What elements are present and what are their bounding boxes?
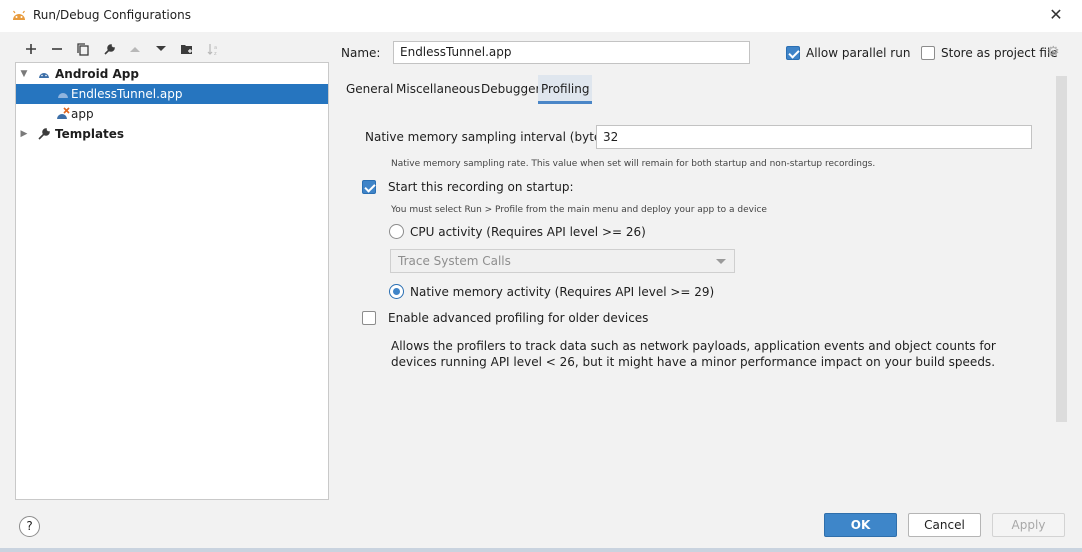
sampling-interval-label: Native memory sampling interval (bytes):	[365, 130, 617, 144]
start-recording-hint: You must select Run > Profile from the m…	[391, 205, 767, 215]
new-folder-icon[interactable]	[174, 40, 200, 58]
store-project-checkbox[interactable]	[921, 46, 935, 60]
window-title: Run/Debug Configurations	[33, 8, 191, 22]
copy-icon[interactable]	[70, 40, 96, 58]
advanced-profiling-checkbox[interactable]	[362, 311, 376, 325]
tree-item-label: EndlessTunnel.app	[71, 87, 183, 101]
allow-parallel-label: Allow parallel run	[806, 46, 911, 60]
tree-toolbar: az	[18, 40, 226, 58]
cpu-activity-radio[interactable]	[389, 224, 404, 239]
trace-type-dropdown[interactable]: Trace System Calls	[390, 249, 735, 273]
remove-icon[interactable]	[44, 40, 70, 58]
name-input[interactable]: EndlessTunnel.app	[393, 41, 750, 64]
sort-icon[interactable]: az	[200, 40, 226, 58]
sampling-interval-hint: Native memory sampling rate. This value …	[391, 159, 876, 169]
start-recording-checkbox[interactable]	[362, 180, 376, 194]
tab-debugger[interactable]: Debugger	[477, 75, 544, 104]
apply-button[interactable]: Apply	[992, 513, 1065, 537]
cpu-activity-label: CPU activity (Requires API level >= 26)	[410, 225, 646, 239]
store-project-label: Store as project file	[941, 46, 1058, 60]
close-icon[interactable]: ✕	[1046, 5, 1066, 25]
advanced-profiling-label: Enable advanced profiling for older devi…	[388, 311, 649, 325]
scrollbar[interactable]	[1056, 76, 1067, 422]
allow-parallel-checkbox[interactable]	[786, 46, 800, 60]
android-studio-icon	[11, 8, 27, 22]
tree-item-endlesstunnel[interactable]: EndlessTunnel.app	[16, 84, 328, 104]
chevron-right-icon[interactable]: ▶	[19, 124, 29, 144]
tab-general[interactable]: General	[342, 75, 397, 104]
android-error-icon	[56, 107, 70, 121]
gear-icon[interactable]: ⚙	[1047, 45, 1061, 59]
configuration-tree: ▼ Android App EndlessTunnel.app app ▶ Te…	[15, 62, 329, 500]
background-strip	[0, 548, 1082, 552]
chevron-down-icon[interactable]: ▼	[19, 64, 29, 84]
move-up-icon[interactable]	[122, 40, 148, 58]
android-icon	[37, 67, 51, 81]
tree-item-label: Templates	[55, 127, 125, 141]
android-icon	[56, 87, 70, 101]
tree-item-templates[interactable]: ▶ Templates	[16, 124, 328, 144]
svg-text:z: z	[214, 51, 217, 56]
tab-profiling[interactable]: Profiling	[538, 75, 592, 104]
tree-item-label: app	[71, 107, 94, 121]
move-down-icon[interactable]	[148, 40, 174, 58]
native-memory-label: Native memory activity (Requires API lev…	[410, 285, 715, 299]
wrench-icon[interactable]	[96, 40, 122, 58]
name-label: Name:	[341, 46, 381, 60]
trace-type-value: Trace System Calls	[398, 254, 511, 268]
tree-item-android-app[interactable]: ▼ Android App	[16, 64, 328, 84]
tree-item-label: Android App	[55, 67, 139, 81]
cancel-button[interactable]: Cancel	[908, 513, 981, 537]
wrench-icon	[37, 127, 51, 141]
tree-item-app[interactable]: app	[16, 104, 328, 124]
tab-miscellaneous[interactable]: Miscellaneous	[392, 75, 484, 104]
advanced-profiling-description: Allows the profilers to track data such …	[391, 339, 996, 369]
title-bar: Run/Debug Configurations ✕	[0, 0, 1082, 32]
sampling-interval-input[interactable]: 32	[596, 125, 1032, 149]
ok-button[interactable]: OK	[824, 513, 897, 537]
help-button[interactable]: ?	[19, 516, 40, 537]
start-recording-label: Start this recording on startup:	[388, 180, 574, 194]
chevron-down-icon	[716, 259, 726, 264]
native-memory-radio[interactable]	[389, 284, 404, 299]
add-icon[interactable]	[18, 40, 44, 58]
